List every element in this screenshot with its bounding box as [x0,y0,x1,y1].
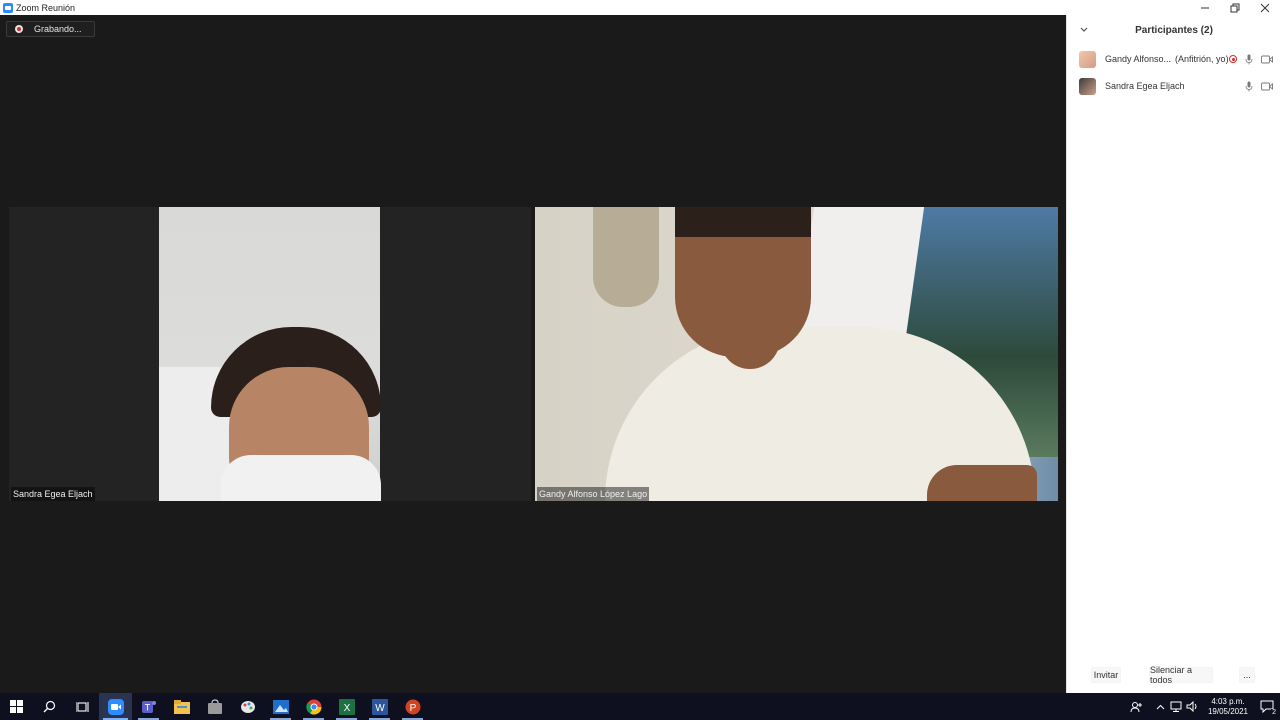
file-explorer-icon [173,699,190,714]
start-button[interactable] [0,693,33,720]
task-view-button[interactable] [66,693,99,720]
restore-button[interactable] [1220,0,1250,15]
zoom-icon [107,698,124,715]
task-view-icon [75,701,89,712]
avatar [1079,50,1096,68]
volume-icon[interactable] [1184,693,1200,720]
windows-taskbar: T X W P 4:03 p.m. 19/05/2021 2 [0,693,1280,720]
minimize-icon [1201,7,1209,8]
chevron-up-icon[interactable] [1152,693,1168,720]
powerpoint-taskbar-button[interactable]: P [396,693,429,720]
svg-text:T: T [144,702,150,712]
panel-header: Participantes (2) [1067,23,1280,39]
zoom-taskbar-button[interactable] [99,693,132,720]
file-explorer-taskbar-button[interactable] [165,693,198,720]
store-taskbar-button[interactable] [198,693,231,720]
camera-icon[interactable] [1261,55,1273,64]
restore-icon [1230,3,1240,12]
clock-date: 19/05/2021 [1207,706,1249,716]
recording-icon [1229,55,1237,63]
taskbar-clock[interactable]: 4:03 p.m. 19/05/2021 [1202,697,1254,717]
photos-icon [272,699,289,714]
svg-text:P: P [409,703,416,714]
photos-taskbar-button[interactable] [264,693,297,720]
participant-name-tag: Sandra Egea Eljach [11,487,95,501]
search-icon [43,700,56,713]
participant-video [535,207,1058,501]
paint-taskbar-button[interactable] [231,693,264,720]
participant-role: (Anfitrión, yo) [1175,54,1229,64]
microphone-icon[interactable] [1245,54,1253,65]
camera-icon[interactable] [1261,82,1273,91]
word-icon: W [371,698,388,715]
participant-row[interactable]: Sandra Egea Eljach [1067,75,1280,97]
paint-icon [240,700,255,713]
excel-icon: X [338,698,355,715]
minimize-button[interactable] [1190,0,1220,15]
video-tile-gandy[interactable]: Gandy Alfonso López Lago [535,207,1058,501]
network-icon[interactable] [1168,693,1184,720]
panel-footer: Invitar Silenciar a todos ... [1067,665,1280,685]
notification-center-button[interactable]: 2 [1254,693,1280,720]
participants-panel: Participantes (2) Gandy Alfonso... (Anfi… [1066,15,1280,693]
svg-text:X: X [343,703,350,714]
word-taskbar-button[interactable]: W [363,693,396,720]
zoom-app-icon [3,2,13,13]
teams-taskbar-button[interactable]: T [132,693,165,720]
recording-indicator[interactable]: Grabando... [6,21,95,37]
svg-text:W: W [375,703,385,714]
recording-icon [15,25,23,33]
panel-title: Participantes (2) [1135,25,1213,36]
chrome-taskbar-button[interactable] [297,693,330,720]
participant-row[interactable]: Gandy Alfonso... (Anfitrión, yo) [1067,48,1280,70]
participant-video [159,207,381,501]
window-titlebar: Zoom Reunión [0,0,1280,15]
close-button[interactable] [1250,0,1280,15]
invite-button[interactable]: Invitar [1091,667,1121,683]
participant-name-tag: Gandy Alfonso López Lago [537,487,650,501]
mute-all-button[interactable]: Silenciar a todos [1149,665,1213,685]
avatar [1079,77,1096,95]
powerpoint-icon: P [405,699,420,714]
clock-time: 4:03 p.m. [1211,696,1245,706]
window-controls [1190,0,1280,15]
more-button[interactable]: ... [1239,667,1255,683]
system-tray: 4:03 p.m. 19/05/2021 2 [1128,693,1280,720]
close-icon [1260,3,1270,12]
excel-taskbar-button[interactable]: X [330,693,363,720]
video-tile-sandra[interactable]: Sandra Egea Eljach [9,207,531,501]
recording-label: Grabando... [34,24,82,34]
participant-name: Sandra Egea Eljach [1105,81,1185,91]
chrome-icon [305,699,322,715]
windows-start-icon [10,700,23,713]
teams-icon: T [141,700,156,713]
people-icon[interactable] [1128,693,1144,720]
window-title: Zoom Reunión [16,2,76,13]
participant-name: Gandy Alfonso... [1105,54,1172,64]
store-icon [207,698,222,714]
search-button[interactable] [33,693,66,720]
meeting-video-area: Grabando... Sandra Egea Eljach Gandy Alf… [0,15,1066,693]
notification-count: 2 [1271,709,1277,716]
microphone-icon[interactable] [1245,81,1253,92]
